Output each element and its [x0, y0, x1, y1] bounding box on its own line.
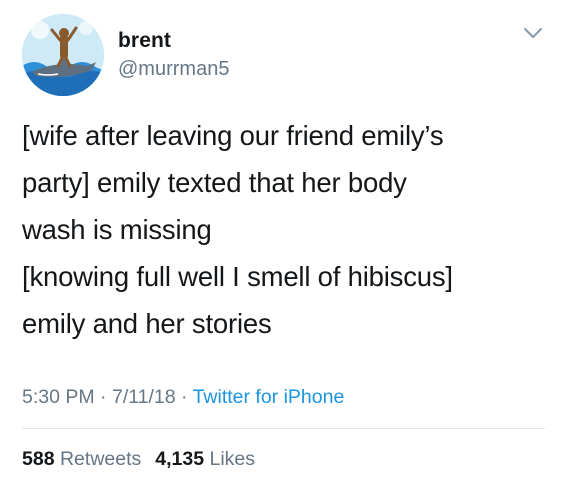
retweets-count: 588: [22, 448, 55, 470]
retweets-label: Retweets: [59, 448, 142, 470]
retweets-stat[interactable]: 588 Retweets: [22, 448, 141, 470]
tweet-text: [wife after leaving our friend emily’s p…: [22, 112, 552, 347]
avatar-image: [22, 14, 104, 96]
tweet-card: brent @murrman5 [wife after leaving our …: [0, 0, 567, 487]
user-handle[interactable]: @murrman5: [118, 58, 229, 81]
likes-label: Likes: [209, 448, 256, 470]
chevron-down-icon[interactable]: [522, 24, 544, 42]
likes-count: 4,135: [155, 448, 205, 470]
tweet-source-link[interactable]: Twitter for iPhone: [193, 386, 345, 408]
tweet-text-line: [wife after leaving our friend emily’s: [22, 120, 444, 151]
meta-separator: ·: [175, 386, 193, 408]
divider: [22, 428, 545, 429]
tweet-text-line: emily and her stories: [22, 308, 272, 339]
meta-separator: ·: [94, 386, 112, 408]
display-name[interactable]: brent: [118, 29, 171, 53]
tweet-time[interactable]: 5:30 PM: [22, 386, 95, 408]
tweet-meta: 5:30 PM · 7/11/18 · Twitter for iPhone: [22, 386, 344, 409]
avatar[interactable]: [22, 14, 104, 96]
tweet-text-line: wash is missing: [22, 214, 212, 245]
tweet-text-line: party] emily texted that her body: [22, 167, 407, 198]
tweet-text-line: [knowing full well I smell of hibiscus]: [22, 261, 453, 292]
tweet-date[interactable]: 7/11/18: [112, 386, 176, 408]
tweet-stats: 588 Retweets 4,135 Likes: [22, 448, 255, 471]
likes-stat[interactable]: 4,135 Likes: [155, 448, 255, 470]
